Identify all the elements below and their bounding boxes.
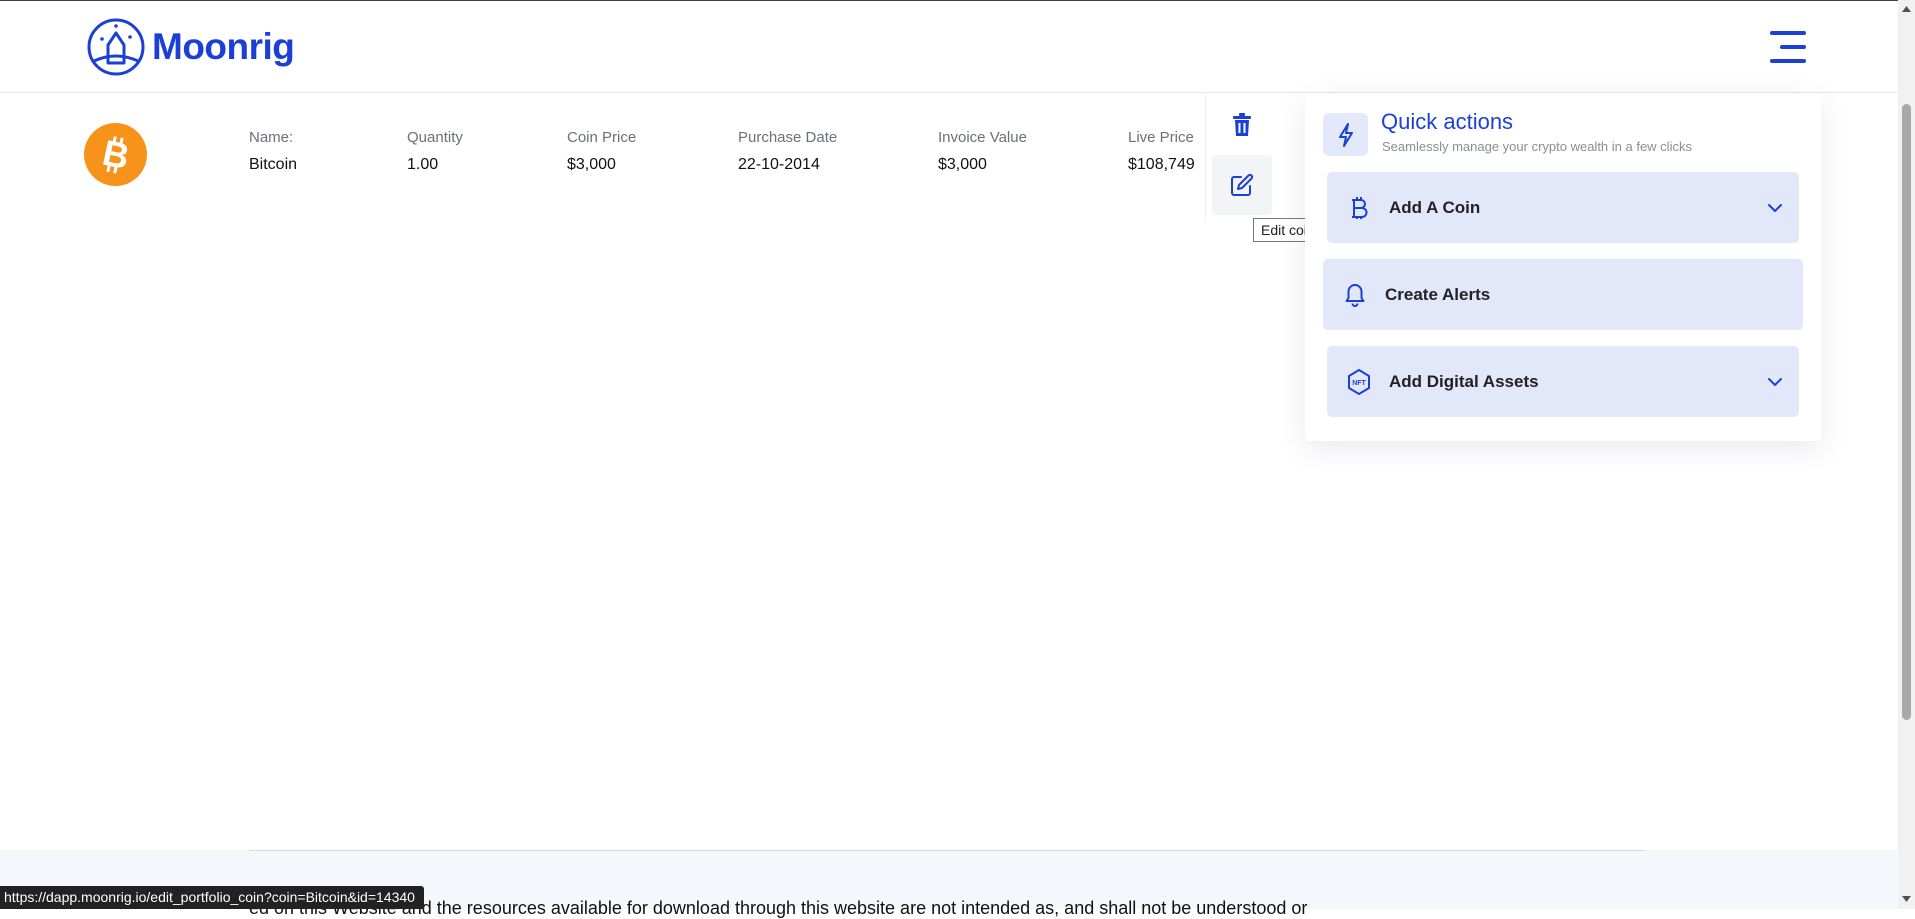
quick-actions-panel: Quick actions Seamlessly manage your cry… xyxy=(1305,93,1821,441)
hamburger-menu-icon[interactable] xyxy=(1766,31,1806,63)
invoice-value-value: $3,000 xyxy=(938,156,987,173)
svg-text:NFT: NFT xyxy=(1352,380,1366,387)
coin-name-column: Name: Bitcoin xyxy=(249,129,297,174)
quick-actions-subtitle: Seamlessly manage your crypto wealth in … xyxy=(1382,139,1692,154)
purchase-date-value: 22-10-2014 xyxy=(738,156,820,173)
bitcoin-outline-icon xyxy=(1347,196,1371,220)
scroll-up-arrow-icon[interactable] xyxy=(1898,2,1915,16)
column-label: Purchase Date xyxy=(738,129,838,146)
actions-divider xyxy=(1205,93,1206,221)
coin-price-column: Coin Price $3,000 xyxy=(567,129,636,174)
vertical-scrollbar[interactable] xyxy=(1898,0,1915,909)
footer-divider xyxy=(249,850,1645,851)
column-label: Quantity xyxy=(407,129,463,146)
add-digital-assets-label: Add Digital Assets xyxy=(1389,371,1539,391)
edit-icon xyxy=(1231,173,1254,196)
lightning-icon xyxy=(1323,113,1368,156)
chevron-down-icon xyxy=(1768,203,1782,212)
coin-price-value: $3,000 xyxy=(567,156,616,173)
purchase-date-column: Purchase Date 22-10-2014 xyxy=(738,129,837,174)
scrollbar-thumb[interactable] xyxy=(1902,104,1911,720)
nft-icon: NFT xyxy=(1347,368,1371,395)
column-label: Live Price xyxy=(1128,129,1194,146)
live-price-value: $108,749 xyxy=(1128,156,1195,173)
add-a-coin-button[interactable]: Add A Coin xyxy=(1327,172,1799,243)
quick-actions-title: Quick actions xyxy=(1381,109,1514,134)
column-label: Invoice Value xyxy=(938,129,1027,146)
create-alerts-label: Create Alerts xyxy=(1385,284,1491,304)
column-label: Coin Price xyxy=(567,129,637,146)
site-header: Moonrig xyxy=(0,1,1898,93)
chevron-down-icon xyxy=(1768,377,1782,386)
logo-text: Moonrig xyxy=(152,26,295,67)
invoice-value-column: Invoice Value $3,000 xyxy=(938,129,1027,174)
coin-name-value: Bitcoin xyxy=(249,156,298,173)
scroll-down-arrow-icon[interactable] xyxy=(1898,892,1915,906)
quantity-value: 1.00 xyxy=(407,156,439,173)
delete-coin-button[interactable] xyxy=(1212,95,1272,155)
bell-icon xyxy=(1343,283,1367,307)
edit-coin-button[interactable] xyxy=(1212,155,1272,215)
status-bar-url: https://dapp.moonrig.io/edit_portfolio_c… xyxy=(0,886,424,909)
add-a-coin-label: Add A Coin xyxy=(1389,197,1481,217)
bitcoin-icon: B xyxy=(84,123,147,186)
column-label: Name: xyxy=(249,129,294,146)
create-alerts-button[interactable]: Create Alerts xyxy=(1323,259,1803,330)
moonrig-logo-icon xyxy=(87,18,145,76)
quantity-column: Quantity 1.00 xyxy=(407,129,463,174)
trash-icon xyxy=(1233,113,1251,136)
live-price-column: Live Price $108,749 xyxy=(1128,129,1195,174)
moonrig-logo[interactable]: Moonrig xyxy=(86,17,295,77)
add-digital-assets-button[interactable]: NFT Add Digital Assets xyxy=(1327,346,1799,417)
